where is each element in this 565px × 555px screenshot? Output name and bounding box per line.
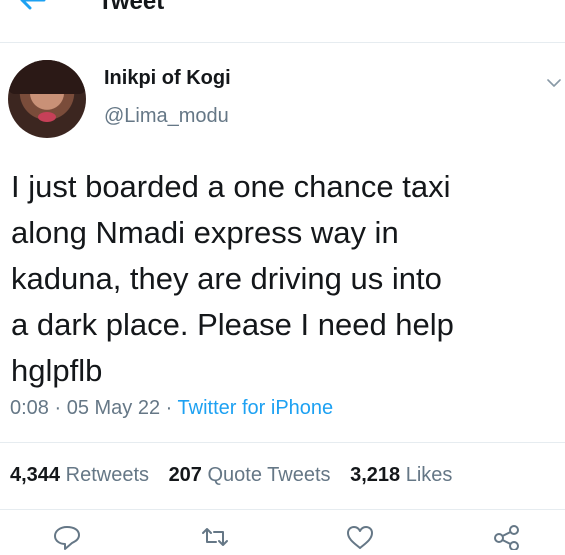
chevron-down-icon[interactable] — [547, 78, 561, 88]
quote-tweets-stat[interactable]: 207 Quote Tweets — [169, 464, 331, 486]
top-bar: Tweet — [0, 0, 565, 43]
divider — [0, 442, 565, 443]
quote-tweets-label: Quote Tweets — [207, 464, 331, 486]
likes-count: 3,218 — [350, 464, 401, 486]
quote-tweets-count: 207 — [168, 464, 202, 486]
likes-label: Likes — [405, 464, 453, 486]
tweet-text: I just boarded a one chance taxi along N… — [11, 169, 454, 388]
tweet-meta: 0:08 · 05 May 22 · Twitter for iPhone — [10, 397, 333, 420]
retweets-count: 4,344 — [10, 464, 61, 486]
tweet-stats: 4,344 Retweets 207 Quote Tweets 3,218 Li… — [10, 464, 466, 487]
avatar-hair — [8, 60, 86, 94]
avatar-lips — [38, 112, 56, 122]
reply-button[interactable] — [52, 524, 82, 550]
share-icon — [494, 525, 519, 551]
tweet-date: 05 May 22 — [66, 397, 161, 419]
retweet-icon — [202, 528, 228, 546]
like-button[interactable] — [345, 524, 375, 550]
divider — [0, 509, 565, 510]
share-button[interactable] — [492, 524, 522, 551]
tweet-author: Inikpi of Kogi @Lima_modu — [0, 58, 565, 142]
reply-icon — [54, 526, 80, 550]
tweet-time: 0:08 — [10, 397, 49, 419]
retweet-button[interactable] — [200, 524, 230, 550]
avatar[interactable] — [8, 60, 86, 138]
display-name[interactable]: Inikpi of Kogi — [104, 67, 231, 90]
like-icon — [347, 526, 373, 549]
meta-separator: · — [48, 397, 67, 419]
likes-stat[interactable]: 3,218 Likes — [350, 464, 452, 486]
username[interactable]: @Lima_modu — [104, 105, 229, 128]
meta-separator: · — [160, 397, 178, 419]
tweet-source-link[interactable]: Twitter for iPhone — [178, 397, 334, 419]
retweets-stat[interactable]: 4,344 Retweets — [10, 464, 149, 486]
back-arrow-icon[interactable] — [14, 0, 50, 16]
page-title: Tweet — [98, 0, 165, 15]
retweets-label: Retweets — [65, 464, 149, 486]
